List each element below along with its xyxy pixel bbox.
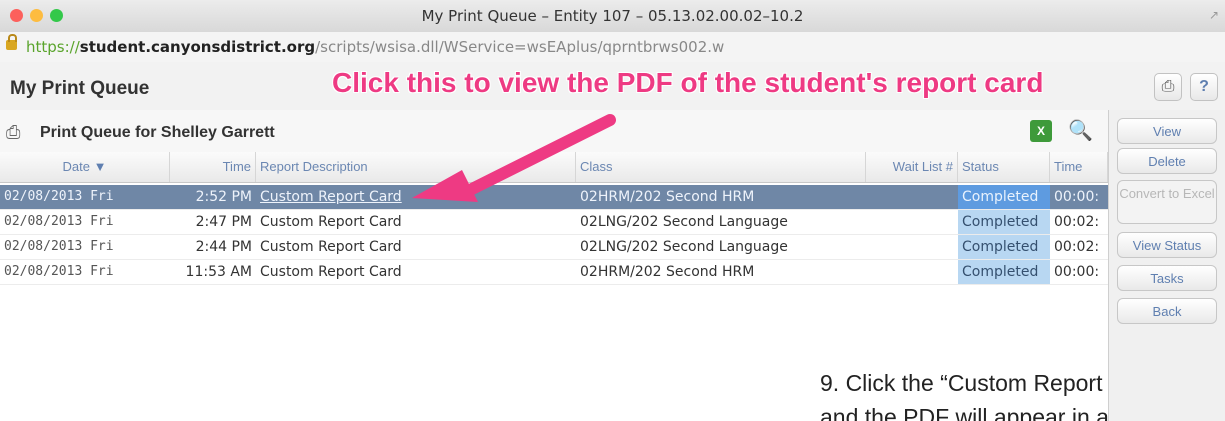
row-date: 02/08/2013 Fri	[4, 214, 114, 229]
url-scheme: https://	[26, 38, 80, 56]
row-elapsed: 00:02:	[1054, 214, 1100, 230]
window-title: My Print Queue – Entity 107 – 05.13.02.0…	[421, 7, 804, 25]
report-description-link[interactable]: Custom Report Card	[256, 210, 576, 234]
table-row[interactable]: 02/08/2013 Fri 11:53 AM Custom Report Ca…	[0, 260, 1108, 285]
column-header-class[interactable]: Class	[576, 152, 866, 182]
row-class: 02LNG/202 Second Language	[580, 239, 788, 255]
row-wait-list	[866, 260, 958, 284]
column-header-date[interactable]: Date ▼	[0, 152, 170, 182]
window-titlebar: My Print Queue – Entity 107 – 05.13.02.0…	[0, 0, 1225, 33]
column-header-description[interactable]: Report Description	[256, 152, 576, 182]
row-time: 2:47 PM	[195, 214, 252, 230]
custom-report-card-link[interactable]: Custom Report Card	[256, 185, 576, 209]
url-host: student.canyonsdistrict.org	[79, 38, 316, 56]
column-header-elapsed[interactable]: Time	[1050, 152, 1108, 182]
row-class: 02HRM/202 Second HRM	[580, 264, 755, 280]
annotation-callout: Click this to view the PDF of the studen…	[332, 67, 1044, 98]
report-description-link[interactable]: Custom Report Card	[256, 260, 576, 284]
row-time: 11:53 AM	[185, 264, 252, 280]
status-badge: Completed	[958, 210, 1050, 234]
instruction-text-continued: and the PDF will appear in a	[820, 404, 1109, 421]
instruction-text: 9. Click the “Custom Report	[820, 370, 1103, 396]
row-time: 2:44 PM	[195, 239, 252, 255]
sort-down-icon: ▼	[93, 159, 107, 174]
queue-subheader: ⎙ Print Queue for Shelley Garrett X 🔍	[0, 110, 1108, 153]
queue-heading: Print Queue for Shelley Garrett	[40, 124, 275, 141]
row-wait-list	[866, 210, 958, 234]
printer-queue-icon: ⎙	[6, 122, 21, 142]
row-class: 02LNG/202 Second Language	[580, 214, 788, 230]
back-button[interactable]: Back	[1117, 298, 1217, 324]
row-time: 2:52 PM	[195, 189, 252, 205]
row-wait-list	[866, 235, 958, 259]
view-status-button[interactable]: View Status	[1117, 232, 1217, 258]
delete-button[interactable]: Delete	[1117, 148, 1217, 174]
column-header-wait-list[interactable]: Wait List #	[866, 152, 958, 182]
row-elapsed: 00:02:	[1054, 239, 1100, 255]
tasks-button[interactable]: Tasks	[1117, 265, 1217, 291]
row-elapsed: 00:00:	[1054, 264, 1100, 280]
url-text[interactable]: https://student.canyonsdistrict.org/scri…	[26, 38, 724, 56]
status-badge: Completed	[958, 235, 1050, 259]
row-date: 02/08/2013 Fri	[4, 264, 114, 279]
row-class: 02HRM/202 Second HRM	[580, 189, 755, 205]
status-badge: Completed	[958, 185, 1050, 209]
row-wait-list	[866, 185, 958, 209]
view-button[interactable]: View	[1117, 118, 1217, 144]
help-label: ?	[1199, 78, 1209, 95]
table-row[interactable]: 02/08/2013 Fri 2:44 PM Custom Report Car…	[0, 235, 1108, 260]
url-path: /scripts/wsisa.dll/WService=wsEAplus/qpr…	[315, 38, 725, 56]
status-badge: Completed	[958, 260, 1050, 284]
row-date: 02/08/2013 Fri	[4, 239, 114, 254]
row-elapsed: 00:00:	[1054, 189, 1100, 205]
column-header-status[interactable]: Status	[958, 152, 1050, 182]
row-date: 02/08/2013 Fri	[4, 189, 114, 204]
table-row[interactable]: 02/08/2013 Fri 2:47 PM Custom Report Car…	[0, 210, 1108, 235]
table-header-row: Date ▼ Time Report Description Class Wai…	[0, 152, 1108, 183]
column-header-time[interactable]: Time	[170, 152, 256, 182]
help-icon[interactable]: ?	[1190, 73, 1218, 101]
excel-export-icon[interactable]: X	[1030, 120, 1052, 142]
lock-icon	[6, 34, 17, 50]
report-description-link[interactable]: Custom Report Card	[256, 235, 576, 259]
app-header: My Print Queue Click this to view the PD…	[0, 62, 1225, 111]
preview-icon[interactable]: 🔍	[1068, 118, 1093, 143]
page-title: My Print Queue	[10, 78, 150, 99]
table-row[interactable]: 02/08/2013 Fri 2:52 PM Custom Report Car…	[0, 185, 1108, 210]
address-bar[interactable]: https://student.canyonsdistrict.org/scri…	[0, 32, 1225, 63]
convert-to-excel-button[interactable]: Convert to Excel	[1117, 180, 1217, 224]
printer-icon[interactable]: ⎙	[1154, 73, 1182, 101]
resize-icon[interactable]: ↗	[1209, 8, 1219, 22]
